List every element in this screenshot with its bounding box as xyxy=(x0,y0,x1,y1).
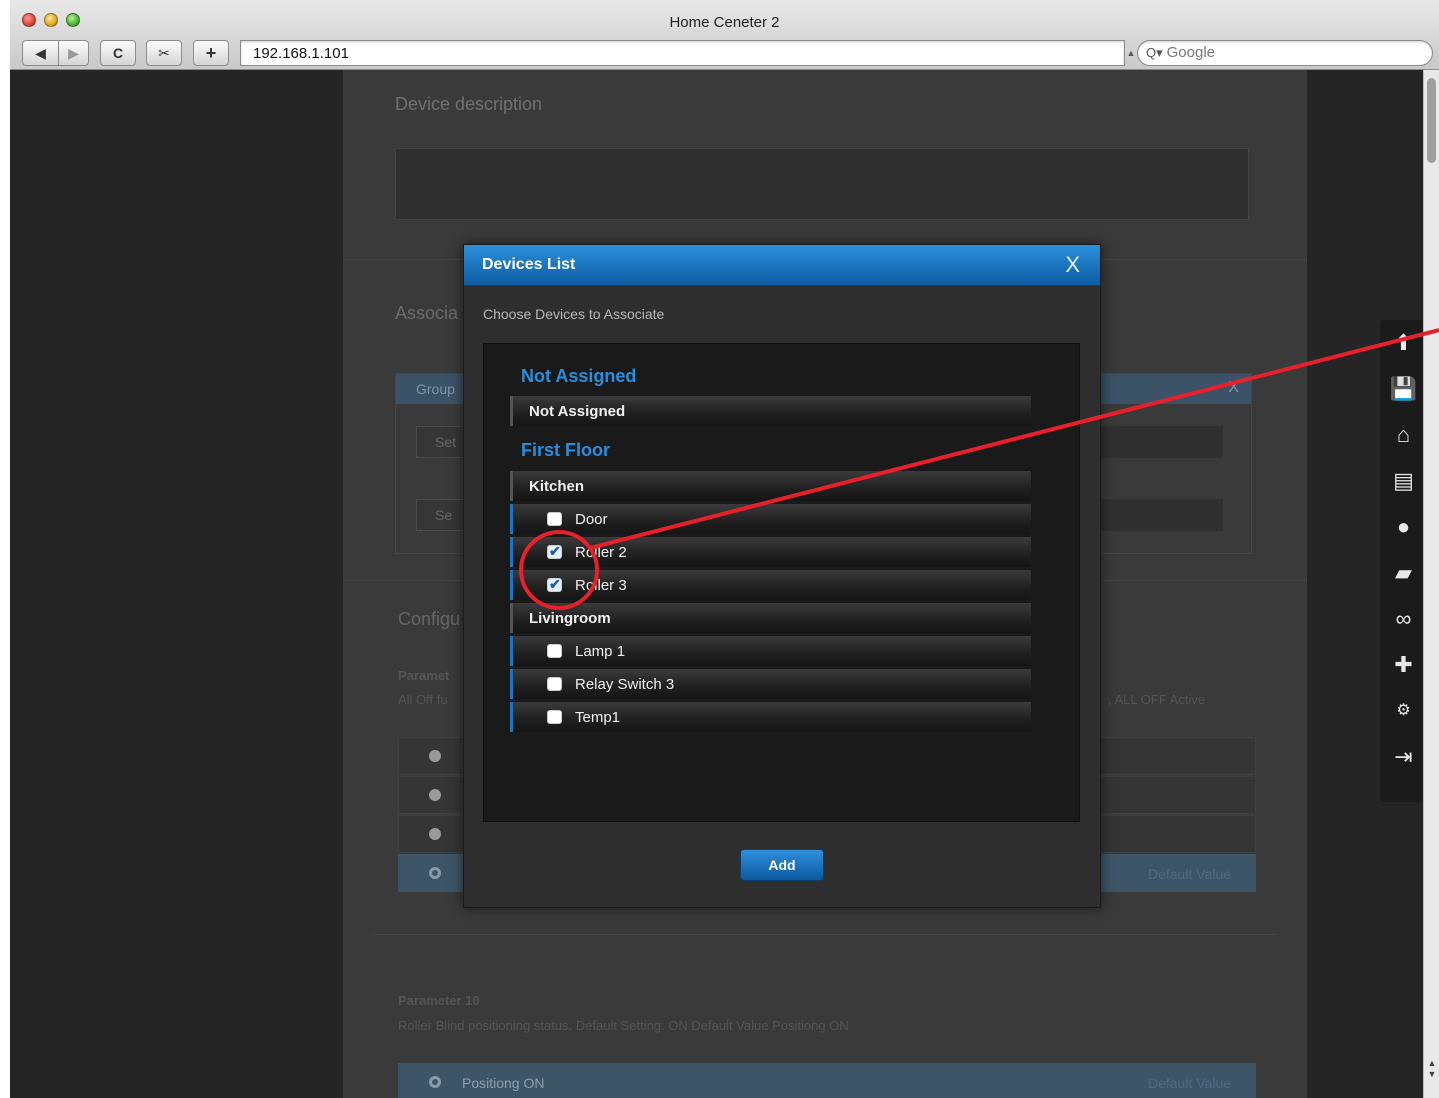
reload-button[interactable]: C xyxy=(100,40,136,66)
forward-button[interactable]: ▶ xyxy=(58,40,89,66)
back-arrow-icon: ◀ xyxy=(35,45,46,61)
room-label: Not Assigned xyxy=(529,403,626,420)
plus-icon: + xyxy=(205,43,217,63)
search-icon: Q▾ xyxy=(1146,45,1163,60)
radio-button[interactable] xyxy=(429,789,441,801)
device-checkbox-checked[interactable] xyxy=(547,576,562,593)
device-label: Door xyxy=(575,511,608,528)
radio-button-selected[interactable] xyxy=(429,1076,441,1088)
parameter-description: All Off fu xyxy=(398,692,448,707)
snip-button[interactable]: ✂ xyxy=(146,40,182,66)
panel-icon[interactable]: ▤ xyxy=(1380,458,1423,504)
parameter-title: Paramet xyxy=(398,668,450,683)
forward-arrow-icon: ▶ xyxy=(68,45,79,61)
device-row[interactable]: Lamp 1 xyxy=(510,636,1031,666)
configuration-heading: Configu xyxy=(398,609,461,629)
close-icon[interactable]: X xyxy=(1065,252,1080,278)
device-row[interactable]: Roller 2 xyxy=(510,537,1031,567)
device-list: Not Assigned Not Assigned First Floor Ki… xyxy=(483,343,1080,822)
room-label: Livingroom xyxy=(529,610,611,627)
device-label: Lamp 1 xyxy=(575,643,626,660)
device-label: Roller 3 xyxy=(575,577,627,594)
dialog-title: Devices List xyxy=(482,256,576,273)
parameter-10-title: Parameter 10 xyxy=(398,993,480,1008)
parameter-10-description: Roller Blind positioning status. Default… xyxy=(398,1018,849,1033)
radio-button-selected[interactable] xyxy=(429,867,441,879)
room-row: Not Assigned xyxy=(510,396,1031,426)
group-label: Group xyxy=(416,381,455,397)
room-row: Livingroom xyxy=(510,603,1031,633)
bulb-icon[interactable]: ● xyxy=(1380,504,1423,550)
group-close-icon[interactable]: X xyxy=(1228,379,1239,397)
device-row[interactable]: Door xyxy=(510,504,1031,534)
title-bar: Home Ceneter 2 ◀ ▶ C ✂ + 192.168.1.101 ▲… xyxy=(10,0,1439,70)
search-field[interactable]: Q▾ Google xyxy=(1137,40,1433,66)
parameter-description-tail: , ALL OFF Active xyxy=(1108,692,1206,707)
device-checkbox-checked[interactable] xyxy=(547,543,562,560)
device-checkbox[interactable] xyxy=(547,512,562,526)
devices-list-dialog: Devices List X Choose Devices to Associa… xyxy=(463,244,1101,908)
device-description-label: Device description xyxy=(395,94,543,114)
gears-icon[interactable]: ⚙ xyxy=(1380,688,1423,734)
room-row: Kitchen xyxy=(510,471,1031,501)
address-dropdown-icon[interactable]: ▲ xyxy=(1125,40,1137,66)
link-icon[interactable]: ∞ xyxy=(1380,596,1423,642)
device-label: Relay Switch 3 xyxy=(575,676,675,693)
device-checkbox[interactable] xyxy=(547,677,562,691)
room-label: Kitchen xyxy=(529,478,585,495)
set-field xyxy=(1096,426,1223,458)
device-checkbox[interactable] xyxy=(547,710,562,724)
side-toolbar: ⬆ 💾 ⌂ ▤ ● ▰ ∞ ✚ ⚙ ⇥ xyxy=(1380,320,1423,802)
section-heading: Not Assigned xyxy=(521,366,637,386)
search-placeholder: Google xyxy=(1166,44,1216,61)
new-tab-button[interactable]: + xyxy=(193,40,229,66)
device-label: Temp1 xyxy=(575,709,621,726)
scrollbar-thumb[interactable] xyxy=(1427,78,1436,163)
section-heading: First Floor xyxy=(521,440,610,460)
up-arrow-icon[interactable]: ⬆ xyxy=(1380,320,1423,366)
window-title: Home Ceneter 2 xyxy=(669,14,780,31)
device-checkbox[interactable] xyxy=(547,644,562,658)
dialog-subtitle: Choose Devices to Associate xyxy=(483,306,665,322)
dialog-header: Devices List X xyxy=(464,245,1100,286)
scroll-arrows-icon[interactable]: ▲ ▼ xyxy=(1425,1058,1439,1080)
plugin-icon[interactable]: ✚ xyxy=(1380,642,1423,688)
device-description-input[interactable] xyxy=(395,148,1249,220)
back-button[interactable]: ◀ xyxy=(22,40,59,66)
reload-icon: C xyxy=(112,45,124,61)
divider xyxy=(373,934,1277,935)
add-button[interactable]: Add xyxy=(740,849,824,881)
device-row[interactable]: Relay Switch 3 xyxy=(510,669,1031,699)
default-value-label: Default Value xyxy=(1147,1075,1231,1091)
option-row-selected[interactable]: Positiong ON Default Value xyxy=(398,1063,1256,1098)
house-icon[interactable]: ⌂ xyxy=(1380,412,1423,458)
address-bar[interactable]: 192.168.1.101 xyxy=(240,40,1125,66)
radio-button[interactable] xyxy=(429,828,441,840)
device-row[interactable]: Temp1 xyxy=(510,702,1031,732)
set-field xyxy=(1096,499,1223,531)
option-label: Positiong ON xyxy=(462,1075,545,1091)
default-value-label: Default Value xyxy=(1147,866,1231,882)
associations-heading: Associa xyxy=(395,303,459,323)
radio-button[interactable] xyxy=(429,750,441,762)
scissors-icon: ✂ xyxy=(158,45,170,61)
floppy-icon[interactable]: 💾 xyxy=(1380,366,1423,412)
logout-icon[interactable]: ⇥ xyxy=(1380,734,1423,780)
device-row[interactable]: Roller 3 xyxy=(510,570,1031,600)
page-scrollbar[interactable]: ▲ ▼ xyxy=(1423,70,1439,1098)
scene-clapper-icon[interactable]: ▰ xyxy=(1380,550,1423,596)
device-label: Roller 2 xyxy=(575,544,627,561)
